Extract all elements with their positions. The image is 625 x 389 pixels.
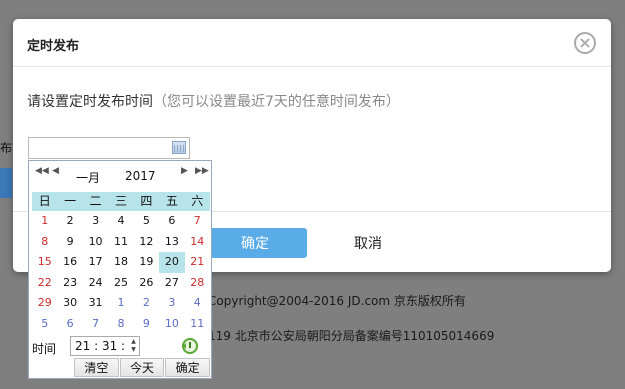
calendar-confirm-button[interactable]: 确定 bbox=[165, 358, 211, 377]
calendar-day[interactable]: 17 bbox=[83, 252, 108, 273]
calendar-day[interactable]: 4 bbox=[108, 211, 133, 232]
calendar-day[interactable]: 21 bbox=[185, 252, 210, 273]
weekday-header: 日 一 二 三 四 五 六 bbox=[32, 192, 210, 211]
calendar-days: 1 2 3 4 5 6 7 8 9 10 11 12 13 14 15 16 17 18 19 20 21 22 23 24 2… bbox=[32, 211, 210, 334]
bg-left-label: 布 bbox=[0, 141, 13, 155]
next-year-icon[interactable]: ▶▶ bbox=[195, 166, 209, 176]
calendar-day[interactable]: 3 bbox=[159, 293, 184, 314]
calendar-day[interactable]: 9 bbox=[134, 314, 159, 335]
calendar-day[interactable]: 18 bbox=[108, 252, 133, 273]
calendar-day[interactable]: 6 bbox=[159, 211, 184, 232]
calendar-day[interactable]: 20 bbox=[159, 252, 185, 273]
calendar-year[interactable]: 2017 bbox=[125, 169, 156, 183]
dialog-title: 定时发布 bbox=[27, 39, 80, 54]
calendar-day[interactable]: 10 bbox=[159, 314, 184, 335]
calendar-day[interactable]: 2 bbox=[134, 293, 159, 314]
weekday-label: 一 bbox=[64, 194, 77, 208]
calendar-icon[interactable] bbox=[172, 141, 186, 154]
close-icon[interactable]: × bbox=[574, 32, 596, 54]
datetime-input[interactable] bbox=[28, 137, 190, 159]
time-label: 时间 bbox=[32, 342, 57, 356]
time-row: 时间 21 : 31 : 21 ▲▼ bbox=[32, 336, 210, 371]
calendar-day[interactable]: 15 bbox=[32, 252, 57, 273]
calendar-day[interactable]: 31 bbox=[83, 293, 108, 314]
calendar-day[interactable]: 9 bbox=[57, 232, 82, 253]
next-month-icon[interactable]: ▶ bbox=[181, 166, 188, 176]
clock-icon[interactable] bbox=[182, 338, 198, 354]
weekday-label: 四 bbox=[140, 194, 153, 208]
bg-left-button bbox=[0, 168, 12, 198]
footer-beian: 119 北京市公安局朝阳分局备案编号110105014669 bbox=[208, 329, 495, 343]
calendar-day[interactable]: 12 bbox=[134, 232, 159, 253]
weekday-label: 三 bbox=[114, 194, 127, 208]
cancel-button[interactable]: 取消 bbox=[313, 228, 423, 258]
prev-year-icon[interactable]: ◀◀ bbox=[35, 166, 49, 176]
calendar-day[interactable]: 28 bbox=[185, 273, 210, 294]
calendar-day[interactable]: 24 bbox=[83, 273, 108, 294]
calendar-day[interactable]: 14 bbox=[185, 232, 210, 253]
calendar-day[interactable]: 16 bbox=[57, 252, 82, 273]
dialog-header: 定时发布 × bbox=[13, 19, 611, 67]
calendar-day[interactable]: 1 bbox=[108, 293, 133, 314]
description-text: 请设置定时发布时间 bbox=[27, 94, 153, 110]
calendar-day[interactable]: 8 bbox=[108, 314, 133, 335]
weekday-label: 二 bbox=[89, 194, 102, 208]
calendar-day[interactable]: 8 bbox=[32, 232, 57, 253]
calendar-grid: 日 一 二 三 四 五 六 1 2 3 4 5 6 7 8 9 10 11 12 13 14 15 16 17 1… bbox=[32, 192, 210, 334]
calendar-day[interactable]: 1 bbox=[32, 211, 57, 232]
confirm-button[interactable]: 确定 bbox=[203, 228, 307, 258]
calendar-day[interactable]: 11 bbox=[185, 314, 210, 335]
calendar-month[interactable]: 一月 bbox=[76, 169, 100, 186]
calendar-day[interactable]: 3 bbox=[83, 211, 108, 232]
dialog-description: 请设置定时发布时间（您可以设置最近7天的任意时间发布） bbox=[27, 91, 400, 111]
calendar-day[interactable]: 7 bbox=[83, 314, 108, 335]
calendar-day[interactable]: 7 bbox=[185, 211, 210, 232]
calendar-day[interactable]: 27 bbox=[159, 273, 184, 294]
date-picker-popup: ◀◀ ◀ 一月 2017 ▶ ▶▶ 日 一 二 三 四 五 六 12345678… bbox=[28, 160, 212, 379]
calendar-day[interactable]: 6 bbox=[57, 314, 82, 335]
calendar-buttons: 清空 今天 确定 bbox=[73, 358, 211, 377]
today-button[interactable]: 今天 bbox=[119, 358, 165, 377]
time-input[interactable]: 21 : 31 : 21 ▲▼ bbox=[70, 336, 140, 371]
clear-button[interactable]: 清空 bbox=[74, 358, 119, 377]
calendar-day[interactable]: 5 bbox=[134, 211, 159, 232]
calendar-day[interactable]: 5 bbox=[32, 314, 57, 335]
calendar-day[interactable]: 25 bbox=[108, 273, 133, 294]
footer-copyright: Copyright@2004-2016 JD.com 京东版权所有 bbox=[208, 294, 466, 308]
time-spinner[interactable]: ▲ ▼ bbox=[129, 338, 138, 354]
weekday-label: 六 bbox=[191, 194, 204, 208]
calendar-day[interactable]: 29 bbox=[32, 293, 57, 314]
calendar-day[interactable]: 2 bbox=[57, 211, 82, 232]
calendar-day[interactable]: 30 bbox=[57, 293, 82, 314]
calendar-day[interactable]: 23 bbox=[57, 273, 82, 294]
calendar-day[interactable]: 4 bbox=[185, 293, 210, 314]
calendar-day[interactable]: 26 bbox=[134, 273, 159, 294]
weekday-label: 日 bbox=[38, 194, 51, 208]
weekday-label: 五 bbox=[165, 194, 178, 208]
calendar-day[interactable]: 22 bbox=[32, 273, 57, 294]
calendar-day[interactable]: 13 bbox=[159, 232, 184, 253]
calendar-day[interactable]: 10 bbox=[83, 232, 108, 253]
calendar-nav: ◀◀ ◀ 一月 2017 ▶ ▶▶ bbox=[29, 161, 211, 191]
description-hint: （您可以设置最近7天的任意时间发布） bbox=[153, 94, 400, 110]
calendar-day[interactable]: 11 bbox=[108, 232, 133, 253]
calendar-day[interactable]: 19 bbox=[134, 252, 159, 273]
prev-month-icon[interactable]: ◀ bbox=[52, 166, 59, 176]
